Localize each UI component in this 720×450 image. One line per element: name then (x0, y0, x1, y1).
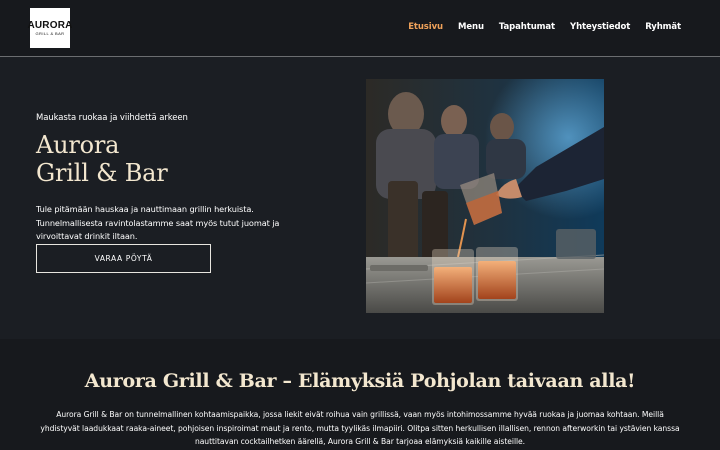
hero-title-line1: Aurora (36, 131, 120, 159)
nav-item-menu[interactable]: Menu (458, 21, 484, 33)
aurora-logo[interactable]: AURORA GRILL & BAR (27, 8, 73, 48)
hero-title-line2: Grill & Bar (36, 159, 168, 187)
about-section: Aurora Grill & Bar – Elämyksiä Pohjolan … (0, 339, 720, 450)
site-header: AURORA GRILL & BAR Etusivu Menu Tapahtum… (0, 0, 720, 57)
about-title: Aurora Grill & Bar – Elämyksiä Pohjolan … (84, 370, 636, 392)
logo-wordmark: AURORA (27, 19, 73, 31)
hero-title: Aurora Grill & Bar (36, 131, 168, 187)
hero-description: Tule pitämään hauskaa ja nauttimaan gril… (36, 204, 280, 241)
logo-subtitle: GRILL & BAR (35, 30, 65, 36)
nav-item-etusivu[interactable]: Etusivu (408, 21, 443, 33)
hero-section: Maukasta ruokaa ja viihdettä arkeen Auro… (0, 57, 720, 339)
nav-item-ryhmat[interactable]: Ryhmät (645, 21, 681, 33)
about-text: Aurora Grill & Bar on tunnelmallinen koh… (40, 410, 680, 446)
main-nav: Etusivu Menu Tapahtumat Yhteystiedot Ryh… (408, 21, 681, 33)
bartender-cocktail-photo (366, 79, 604, 313)
book-table-button[interactable]: VARAA PÖYTÄ (36, 244, 211, 273)
hero-tagline: Maukasta ruokaa ja viihdettä arkeen (36, 113, 188, 123)
nav-item-tapahtumat[interactable]: Tapahtumat (499, 21, 555, 33)
nav-item-yhteystiedot[interactable]: Yhteystiedot (570, 21, 630, 33)
